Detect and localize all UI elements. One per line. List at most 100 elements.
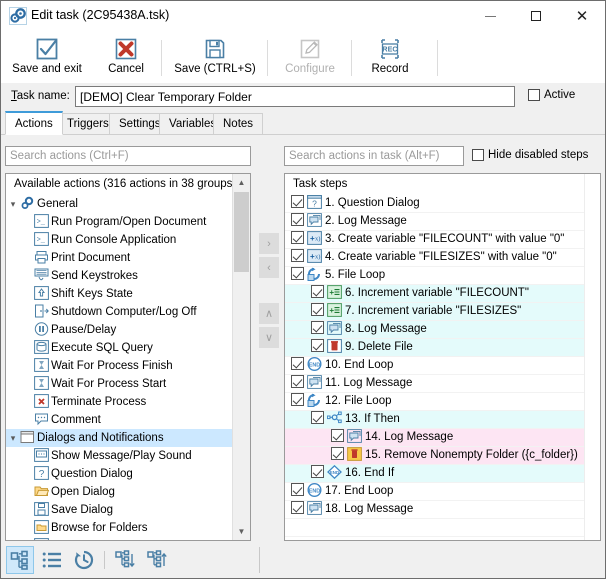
- recent-button[interactable]: [70, 546, 98, 574]
- step-enabled-checkbox[interactable]: [331, 429, 344, 442]
- step-label: 5. File Loop: [325, 269, 386, 281]
- tree-item-9[interactable]: Wait For Process Finish: [6, 357, 232, 375]
- active-checkbox-box[interactable]: [528, 89, 540, 101]
- task-step-row[interactable]: 9. Delete File: [285, 339, 600, 357]
- list-view-button[interactable]: [38, 546, 66, 574]
- tab-actions[interactable]: Actions: [5, 111, 63, 135]
- step-enabled-checkbox[interactable]: [291, 249, 304, 262]
- tab-notes[interactable]: Notes: [213, 113, 264, 135]
- task-step-row[interactable]: + x) 3. Create variable "FILECOUNT" with v…: [285, 231, 600, 249]
- left-scrollbar[interactable]: ▲ ▼: [232, 174, 250, 540]
- move-down-button[interactable]: ∨: [259, 327, 279, 348]
- task-step-row[interactable]: 14. Log Message: [285, 429, 600, 447]
- step-enabled-checkbox[interactable]: [291, 195, 304, 208]
- hide-disabled-steps-checkbox[interactable]: Hide disabled steps: [472, 149, 588, 161]
- task-step-row[interactable]: END 10. End Loop: [285, 357, 600, 375]
- hourglass-icon: [34, 376, 49, 390]
- task-step-row[interactable]: END 17. End Loop: [285, 483, 600, 501]
- step-enabled-checkbox[interactable]: [311, 321, 324, 334]
- record-button[interactable]: REC Record: [355, 33, 425, 81]
- chevron-down-icon[interactable]: ▾: [6, 195, 20, 213]
- save-and-exit-label: Save and exit: [12, 63, 82, 75]
- scroll-down-icon[interactable]: ▼: [233, 523, 250, 540]
- add-action-button[interactable]: ›: [259, 233, 279, 254]
- search-actions-input[interactable]: [5, 146, 251, 166]
- tree-group-13[interactable]: ▾ Dialogs and Notifications: [6, 429, 232, 447]
- tree-group-0[interactable]: ▾ General: [6, 195, 232, 213]
- main-toolbar: Save and exit Cancel Save (CTRL+S) Confi…: [1, 31, 605, 84]
- scroll-thumb[interactable]: [234, 192, 249, 272]
- tree-item-7[interactable]: Pause/Delay: [6, 321, 232, 339]
- step-enabled-checkbox[interactable]: [311, 465, 324, 478]
- tree-item-1[interactable]: >_ Run Program/Open Document: [6, 213, 232, 231]
- configure-button[interactable]: Configure: [271, 33, 349, 81]
- tree-item-10[interactable]: Wait For Process Start: [6, 375, 232, 393]
- step-enabled-checkbox[interactable]: [291, 483, 304, 496]
- tree-item-11[interactable]: Terminate Process: [6, 393, 232, 411]
- svg-text:>_: >_: [37, 237, 46, 245]
- step-enabled-checkbox[interactable]: [331, 447, 344, 460]
- active-checkbox[interactable]: Active: [528, 89, 575, 101]
- message-icon: [34, 448, 49, 462]
- task-step-row[interactable]: 5. File Loop: [285, 267, 600, 285]
- right-scrollbar[interactable]: [584, 174, 600, 540]
- task-step-row[interactable]: 13. If Then: [285, 411, 600, 429]
- hide-disabled-steps-box[interactable]: [472, 149, 484, 161]
- task-step-row[interactable]: 15. Remove Nonempty Folder ({c_folder}): [285, 447, 600, 465]
- tree-group-label: Dialogs and Notifications: [37, 432, 164, 444]
- minimize-button[interactable]: [467, 1, 513, 31]
- search-task-actions-input[interactable]: [284, 146, 464, 166]
- tree-item-2[interactable]: >_ Run Console Application: [6, 231, 232, 249]
- task-step-row[interactable]: +7. Increment variable "FILESIZES": [285, 303, 600, 321]
- task-step-row[interactable]: 8. Log Message: [285, 321, 600, 339]
- expand-all-button[interactable]: [111, 546, 139, 574]
- step-enabled-checkbox[interactable]: [311, 339, 324, 352]
- task-step-row[interactable]: + x) 4. Create variable "FILESIZES" with v…: [285, 249, 600, 267]
- tree-item-4[interactable]: Send Keystrokes: [6, 267, 232, 285]
- task-step-row[interactable]: 11. Log Message: [285, 375, 600, 393]
- chevron-down-icon[interactable]: ▾: [6, 429, 20, 447]
- step-enabled-checkbox[interactable]: [311, 285, 324, 298]
- scroll-up-icon[interactable]: ▲: [233, 174, 250, 191]
- task-step-row[interactable]: END 16. End If: [285, 465, 600, 483]
- tree-item-6[interactable]: Shutdown Computer/Log Off: [6, 303, 232, 321]
- tree-item-8[interactable]: Execute SQL Query: [6, 339, 232, 357]
- task-step-row[interactable]: 2. Log Message: [285, 213, 600, 231]
- collapse-all-button[interactable]: [143, 546, 171, 574]
- step-enabled-checkbox[interactable]: [311, 411, 324, 424]
- tree-item-18[interactable]: Browse for Folders: [6, 519, 232, 537]
- tree-item-17[interactable]: Save Dialog: [6, 501, 232, 519]
- cancel-button[interactable]: Cancel: [93, 33, 159, 81]
- task-step-row[interactable]: 18. Log Message: [285, 501, 600, 519]
- step-enabled-checkbox[interactable]: [291, 375, 304, 388]
- remove-action-button[interactable]: ‹: [259, 257, 279, 278]
- step-enabled-checkbox[interactable]: [291, 501, 304, 514]
- tree-item-19[interactable]: Browse for Computers: [6, 537, 232, 540]
- task-steps-list[interactable]: ? 1. Question Dialog 2. Log Message + x) 3. C…: [285, 195, 600, 540]
- step-enabled-checkbox[interactable]: [291, 357, 304, 370]
- tree-item-16[interactable]: Open Dialog: [6, 483, 232, 501]
- tree-item-3[interactable]: Print Document: [6, 249, 232, 267]
- save-button[interactable]: Save (CTRL+S): [165, 33, 265, 81]
- available-actions-tree[interactable]: ▾ General >_ Run Program/Open Document >_ Run…: [6, 195, 232, 540]
- tree-item-5[interactable]: Shift Keys State: [6, 285, 232, 303]
- step-enabled-checkbox[interactable]: [291, 231, 304, 244]
- tree-view-button[interactable]: [6, 546, 34, 574]
- step-enabled-checkbox[interactable]: [311, 303, 324, 316]
- tree-item-12[interactable]: Comment: [6, 411, 232, 429]
- task-name-input[interactable]: [75, 86, 515, 107]
- step-enabled-checkbox[interactable]: [291, 213, 304, 226]
- step-enabled-checkbox[interactable]: [291, 393, 304, 406]
- task-step-row[interactable]: 12. File Loop: [285, 393, 600, 411]
- task-step-row[interactable]: +6. Increment variable "FILECOUNT": [285, 285, 600, 303]
- step-enabled-checkbox[interactable]: [291, 267, 304, 280]
- tree-item-14[interactable]: Show Message/Play Sound: [6, 447, 232, 465]
- tree-item-15[interactable]: ? Question Dialog: [6, 465, 232, 483]
- tree-item-label: Browse for Folders: [51, 522, 148, 534]
- move-up-button[interactable]: ∧: [259, 303, 279, 324]
- close-button[interactable]: ✕: [559, 1, 605, 31]
- maximize-button[interactable]: [513, 1, 559, 31]
- save-and-exit-button[interactable]: Save and exit: [3, 33, 91, 81]
- task-step-row[interactable]: ? 1. Question Dialog: [285, 195, 600, 213]
- browse-computer-icon: [34, 538, 49, 540]
